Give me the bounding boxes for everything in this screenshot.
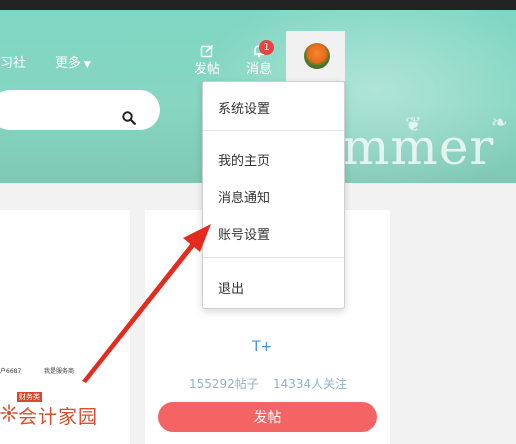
post-button[interactable]: 发帖 — [158, 402, 377, 432]
caret-down-icon: ▼ — [81, 60, 91, 70]
search-icon[interactable] — [122, 111, 136, 125]
menu-item-logout[interactable]: 退出 — [218, 278, 244, 297]
logo-text: 会计家园 — [18, 406, 99, 428]
compose-label: 发帖 — [193, 62, 220, 77]
leaf-icon: ❦ — [405, 112, 422, 136]
follow-count: 14334人关注 — [273, 377, 348, 391]
menu-item-my-homepage[interactable]: 我的主页 — [218, 150, 270, 169]
nav-item-more[interactable]: 更多 ▼ — [55, 52, 91, 71]
logo-tag: 财务类 — [17, 392, 42, 402]
avatar[interactable] — [304, 43, 330, 69]
search-input[interactable] — [0, 90, 160, 130]
menu-divider — [203, 257, 344, 258]
messages-label: 消息 — [245, 62, 272, 77]
edit-icon — [200, 44, 214, 58]
menu-item-system-settings[interactable]: 系统设置 — [218, 98, 270, 117]
user-dropdown-menu: 系统设置 我的主页 消息通知 账号设置 退出 — [202, 81, 345, 309]
menu-divider — [203, 130, 344, 131]
notification-badge: 1 — [259, 40, 274, 55]
left-card-text: 户6687 — [0, 368, 22, 375]
nav-more-label: 更多 — [55, 56, 82, 71]
leaf-icon: ❧ — [491, 110, 508, 134]
post-count: 155292帖子 — [189, 377, 259, 391]
left-card-text: 我是服务商 — [44, 368, 75, 375]
nav-item-study-club[interactable]: 习社 — [0, 52, 26, 71]
menu-item-account-settings[interactable]: 账号设置 — [218, 224, 270, 243]
compose-button[interactable]: 发帖 — [191, 44, 223, 77]
menu-item-notifications[interactable]: 消息通知 — [218, 187, 270, 206]
top-bar — [0, 0, 516, 10]
logo-mark-icon — [0, 404, 18, 422]
tplus-label[interactable]: T+ — [252, 339, 272, 355]
